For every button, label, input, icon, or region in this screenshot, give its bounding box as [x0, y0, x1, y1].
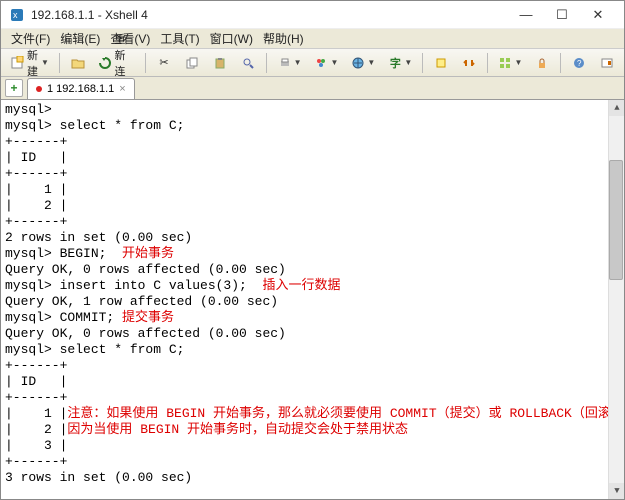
- terminal-line: mysql>: [5, 102, 620, 118]
- menu-tools[interactable]: 工具(T): [156, 30, 203, 47]
- tab-close-button[interactable]: ×: [119, 83, 125, 95]
- profiles-button[interactable]: ▼: [308, 52, 343, 74]
- new-tab-button[interactable]: +: [5, 79, 23, 97]
- help-icon: ?: [571, 55, 587, 71]
- minimize-button[interactable]: —: [508, 2, 544, 28]
- copy-icon: [184, 55, 200, 71]
- globe-button[interactable]: ▼: [345, 52, 380, 74]
- search-icon: [240, 55, 256, 71]
- separator: [145, 53, 146, 73]
- terminal-line: 3 rows in set (0.00 sec): [5, 470, 620, 486]
- printer-icon: [277, 55, 293, 71]
- terminal-line: | 3 |: [5, 438, 620, 454]
- cut-button[interactable]: ✂: [151, 52, 177, 74]
- lock-icon: [534, 55, 550, 71]
- close-button[interactable]: ✕: [580, 2, 616, 28]
- separator: [266, 53, 267, 73]
- lock-button[interactable]: [529, 52, 555, 74]
- options-button[interactable]: [594, 52, 620, 74]
- toolbar: 新建▼ 重新连接 ✂ ▼ ▼ ▼ 字▼ ▼ ?: [1, 49, 624, 77]
- encoding-icon: 字: [387, 55, 403, 71]
- new-icon: [10, 55, 24, 71]
- folder-icon: [70, 55, 86, 71]
- terminal-line: mysql> COMMIT; 提交事务: [5, 310, 620, 326]
- menu-file[interactable]: 文件(F): [7, 30, 54, 47]
- open-button[interactable]: [65, 52, 91, 74]
- app-icon: x: [9, 7, 25, 23]
- separator: [422, 53, 423, 73]
- terminal-line: mysql> insert into C values(3); 插入一行数据: [5, 278, 620, 294]
- help-button[interactable]: ?: [566, 52, 592, 74]
- vertical-scrollbar[interactable]: ▲ ▼: [608, 100, 624, 499]
- terminal-line: Query OK, 0 rows affected (0.00 sec): [5, 262, 620, 278]
- menubar: 文件(F) 编辑(E) 查看(V) 工具(T) 窗口(W) 帮助(H): [1, 29, 624, 49]
- window-title: 192.168.1.1 - Xshell 4: [31, 8, 148, 22]
- separator: [487, 53, 488, 73]
- tab-session[interactable]: 1 192.168.1.1 ×: [27, 78, 135, 99]
- annotation-text: 开始事务: [122, 246, 174, 261]
- terminal-line: 2 rows in set (0.00 sec): [5, 230, 620, 246]
- transfer-button[interactable]: [456, 52, 482, 74]
- script-button[interactable]: [428, 52, 454, 74]
- terminal-line: Query OK, 0 rows affected (0.00 sec): [5, 326, 620, 342]
- terminal-line: | 1 |: [5, 182, 620, 198]
- annotation-text: 注意：如果使用 BEGIN 开始事务，那么就必须要使用 COMMIT（提交）或 …: [67, 406, 624, 421]
- terminal-line: | 2 |因为当使用 BEGIN 开始事务时，自动提交会处于禁用状态: [5, 422, 620, 438]
- scissors-icon: ✂: [156, 55, 172, 71]
- terminal-line: +------+: [5, 454, 620, 470]
- annotation-text: 提交事务: [122, 310, 174, 325]
- terminal-line: | 2 |: [5, 198, 620, 214]
- encoding-button[interactable]: 字▼: [382, 52, 417, 74]
- titlebar: x 192.168.1.1 - Xshell 4 — ☐ ✕: [1, 1, 624, 29]
- tab-label: 1 192.168.1.1: [47, 83, 114, 95]
- print-button[interactable]: ▼: [272, 52, 307, 74]
- scroll-thumb[interactable]: [609, 160, 623, 280]
- terminal-line: mysql> select * from C;: [5, 118, 620, 134]
- tile-button[interactable]: ▼: [492, 52, 527, 74]
- terminal-line: +------+: [5, 134, 620, 150]
- annotation-text: 因为当使用 BEGIN 开始事务时，自动提交会处于禁用状态: [67, 422, 408, 437]
- script-icon: [433, 55, 449, 71]
- globe-icon: [350, 55, 366, 71]
- terminal-line: mysql> BEGIN; 开始事务: [5, 246, 620, 262]
- terminal-line: | ID |: [5, 374, 620, 390]
- scroll-up-button[interactable]: ▲: [609, 100, 624, 116]
- maximize-button[interactable]: ☐: [544, 2, 580, 28]
- new-button[interactable]: 新建▼: [5, 52, 54, 74]
- terminal-line: +------+: [5, 166, 620, 182]
- palette-icon: [313, 55, 329, 71]
- annotation-text: 插入一行数据: [262, 278, 340, 293]
- terminal-line: | 1 |注意：如果使用 BEGIN 开始事务，那么就必须要使用 COMMIT（…: [5, 406, 620, 422]
- new-label: 新建: [27, 47, 40, 79]
- terminal-line: +------+: [5, 358, 620, 374]
- svg-text:x: x: [13, 10, 18, 20]
- menu-edit[interactable]: 编辑(E): [56, 30, 104, 47]
- options-icon: [599, 55, 615, 71]
- terminal-line: Query OK, 1 row affected (0.00 sec): [5, 294, 620, 310]
- terminal-line: mysql> select * from C;: [5, 342, 620, 358]
- scroll-down-button[interactable]: ▼: [609, 483, 624, 499]
- paste-button[interactable]: [207, 52, 233, 74]
- svg-text:?: ?: [577, 59, 582, 68]
- separator: [59, 53, 60, 73]
- reconnect-icon: [98, 55, 112, 71]
- tabbar: + 1 192.168.1.1 ×: [1, 77, 624, 100]
- tile-icon: [497, 55, 513, 71]
- menu-window[interactable]: 窗口(W): [206, 30, 257, 47]
- menu-help[interactable]: 帮助(H): [259, 30, 308, 47]
- status-dot-icon: [36, 86, 42, 92]
- terminal-line: | ID |: [5, 150, 620, 166]
- find-button[interactable]: [235, 52, 261, 74]
- terminal-line: +------+: [5, 390, 620, 406]
- terminal-line: +------+: [5, 214, 620, 230]
- paste-icon: [212, 55, 228, 71]
- reconnect-button[interactable]: 重新连接: [93, 52, 141, 74]
- copy-button[interactable]: [179, 52, 205, 74]
- separator: [560, 53, 561, 73]
- transfer-icon: [461, 55, 477, 71]
- terminal[interactable]: mysql>mysql> select * from C;+------+| I…: [1, 100, 624, 499]
